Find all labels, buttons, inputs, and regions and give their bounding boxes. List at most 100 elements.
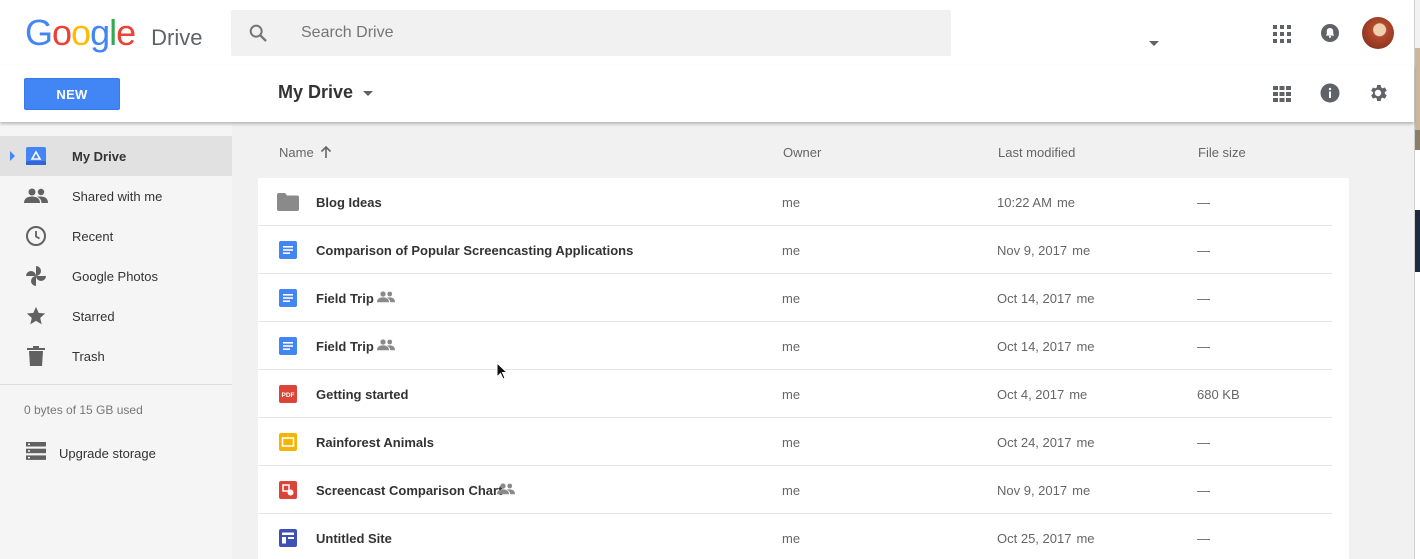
file-owner: me (782, 243, 801, 258)
modified-date: Oct 25, 2017 (997, 531, 1072, 546)
file-row[interactable]: Comparison of Popular Screencasting Appl… (258, 226, 1332, 274)
sidebar-item-label: Recent (72, 228, 114, 244)
file-size: — (1197, 195, 1210, 210)
my-drive-icon (24, 144, 48, 168)
file-owner: me (782, 195, 801, 210)
column-header-owner[interactable]: Owner (783, 145, 821, 160)
product-name: Drive (151, 25, 203, 50)
modified-date: 10:22 AM (997, 195, 1052, 210)
modified-by: me (1076, 531, 1095, 546)
file-name[interactable]: Blog Ideas (316, 195, 382, 210)
info-icon[interactable] (1318, 81, 1342, 105)
google-logo-text: Google (25, 12, 136, 53)
column-header-last-modified[interactable]: Last modified (998, 145, 1075, 160)
shared-people-icon (497, 482, 515, 500)
file-owner: me (782, 291, 801, 306)
file-row[interactable]: Blog Ideas me 10:22 AM me — (258, 178, 1332, 226)
file-size: — (1197, 483, 1210, 498)
storage-icon (26, 442, 46, 465)
file-owner: me (782, 531, 801, 546)
file-last-modified: Oct 14, 2017 me (997, 291, 1095, 306)
file-row[interactable]: Untitled Site me Oct 25, 2017 me — (258, 514, 1332, 559)
file-size: — (1197, 339, 1210, 354)
background-window-edge (1414, 0, 1420, 559)
sort-ascending-arrow-icon[interactable] (320, 145, 332, 162)
file-row[interactable]: PDF Getting started me Oct 4, 2017 me 680… (258, 370, 1332, 418)
sidebar-divider (0, 384, 232, 385)
modified-date: Oct 14, 2017 (997, 291, 1072, 306)
upgrade-storage-link[interactable]: Upgrade storage (0, 440, 232, 468)
file-name[interactable]: Rainforest Animals (316, 435, 434, 450)
file-name[interactable]: Field Trip (316, 291, 374, 306)
clock-icon (24, 224, 48, 248)
people-icon (24, 184, 48, 208)
notifications-bell-icon[interactable] (1318, 21, 1342, 45)
modified-by: me (1076, 435, 1095, 450)
apps-grid-icon[interactable] (1270, 22, 1294, 46)
modified-date: Oct 24, 2017 (997, 435, 1072, 450)
sidebar-item-label: Trash (72, 348, 105, 364)
pdf-icon: PDF (277, 383, 299, 405)
action-toolbar: NEW My Drive (0, 66, 1414, 122)
sidebar-item-label: Google Photos (72, 268, 159, 284)
file-last-modified: Nov 9, 2017 me (997, 483, 1090, 498)
file-list-area: Name Owner Last modified File size Blog … (232, 122, 1414, 559)
sidebar-item-trash[interactable]: Trash (0, 336, 232, 376)
pinwheel-icon (24, 264, 48, 288)
modified-by: me (1056, 195, 1075, 210)
mouse-cursor-icon (496, 361, 509, 385)
search-input[interactable] (301, 20, 861, 46)
sidebar-item-google-photos[interactable]: Google Photos (0, 256, 232, 296)
sidebar-item-label: Shared with me (72, 188, 163, 204)
file-row[interactable]: Field Trip me Oct 14, 2017 me — (258, 274, 1332, 322)
file-owner: me (782, 387, 801, 402)
file-name[interactable]: Comparison of Popular Screencasting Appl… (316, 243, 633, 258)
file-row[interactable]: Rainforest Animals me Oct 24, 2017 me — (258, 418, 1332, 466)
file-last-modified: Oct 25, 2017 me (997, 531, 1095, 546)
expand-arrow-icon[interactable] (10, 151, 15, 161)
file-name[interactable]: Screencast Comparison Chart (316, 483, 502, 498)
file-name[interactable]: Getting started (316, 387, 408, 402)
google-drawing-icon (277, 479, 299, 501)
modified-date: Nov 9, 2017 (997, 243, 1068, 258)
file-owner: me (782, 435, 801, 450)
modified-by: me (1069, 387, 1088, 402)
folder-icon (277, 191, 299, 213)
settings-gear-icon[interactable] (1366, 81, 1390, 105)
search-box[interactable] (231, 10, 1159, 56)
sidebar-item-shared-with-me[interactable]: Shared with me (0, 176, 232, 216)
sidebar-item-recent[interactable]: Recent (0, 216, 232, 256)
google-drive-logo[interactable]: Google Drive (25, 12, 202, 54)
file-owner: me (782, 339, 801, 354)
breadcrumb-chevron-down-icon[interactable] (363, 91, 374, 96)
column-header-file-size[interactable]: File size (1198, 145, 1246, 160)
file-row[interactable]: Screencast Comparison Chart me Nov 9, 20… (258, 466, 1332, 514)
breadcrumb-my-drive[interactable]: My Drive (278, 82, 353, 103)
file-size: 680 KB (1197, 387, 1240, 402)
column-header-name[interactable]: Name (279, 145, 314, 160)
storage-usage-text: 0 bytes of 15 GB used (24, 403, 143, 417)
sidebar-item-my-drive[interactable]: My Drive (0, 136, 232, 176)
breadcrumb[interactable]: My Drive (278, 82, 374, 103)
google-sites-icon (277, 527, 299, 549)
account-avatar[interactable] (1362, 17, 1394, 49)
file-size: — (1197, 291, 1210, 306)
grid-view-icon[interactable] (1270, 82, 1294, 106)
trash-icon (24, 344, 48, 368)
google-slides-icon (277, 431, 299, 453)
shared-people-icon (377, 338, 395, 356)
google-doc-icon (277, 335, 299, 357)
modified-by: me (1072, 243, 1091, 258)
file-last-modified: Oct 14, 2017 me (997, 339, 1095, 354)
new-button[interactable]: NEW (24, 78, 120, 110)
star-icon (24, 304, 48, 328)
file-row[interactable]: Field Trip me Oct 14, 2017 me — (258, 322, 1332, 370)
file-list: Blog Ideas me 10:22 AM me — Comparison of… (258, 178, 1349, 559)
file-last-modified: 10:22 AM me (997, 195, 1075, 210)
file-name[interactable]: Untitled Site (316, 531, 392, 546)
search-icon[interactable] (247, 22, 269, 44)
sidebar-item-starred[interactable]: Starred (0, 296, 232, 336)
file-name[interactable]: Field Trip (316, 339, 374, 354)
google-doc-icon (277, 287, 299, 309)
search-options-chevron-icon[interactable] (1149, 41, 1159, 46)
